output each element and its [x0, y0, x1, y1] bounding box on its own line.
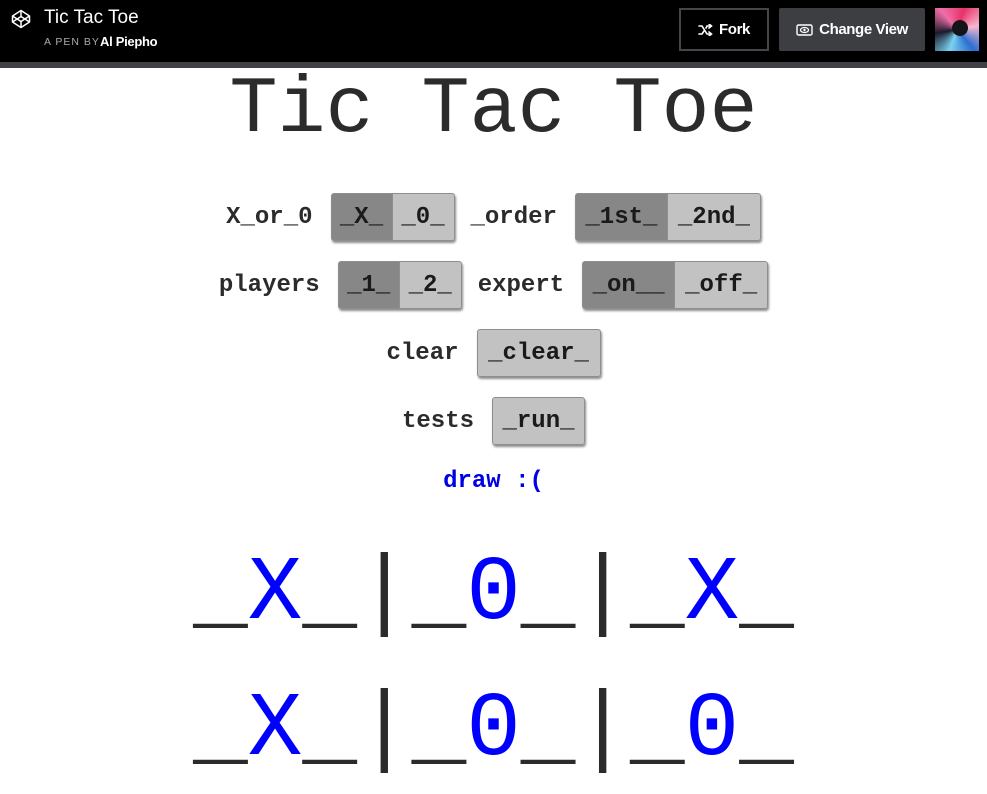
- board-cell-1-2[interactable]: _0_: [412, 540, 576, 650]
- board-cell-2-3[interactable]: _0_: [630, 676, 794, 786]
- clear-button[interactable]: _clear_: [476, 329, 601, 377]
- controls-row-tests: tests _run_: [0, 397, 987, 445]
- change-view-label: Change View: [819, 21, 908, 38]
- board-separator: |: [575, 679, 631, 782]
- avatar-center: [952, 20, 968, 36]
- board-cell-2-1[interactable]: _X_: [193, 676, 357, 786]
- cell-mark: 0: [466, 679, 521, 782]
- clear-button-group: _clear_: [476, 329, 601, 377]
- fork-icon: [698, 23, 713, 36]
- tests-label: tests: [401, 407, 474, 435]
- order-label: _order: [470, 203, 557, 231]
- expert-toggle-group: _on__ _off_: [582, 261, 769, 309]
- board-cell-1-1[interactable]: _X_: [193, 540, 357, 650]
- run-tests-button[interactable]: _run_: [492, 397, 585, 445]
- board-cell-2-2[interactable]: _0_: [412, 676, 576, 786]
- codepen-logo-icon[interactable]: [11, 9, 31, 29]
- game-status: draw :(: [443, 468, 544, 495]
- cell-mark: X: [684, 543, 740, 646]
- pen-by-label: A PEN BY: [44, 36, 100, 48]
- controls-row-players-expert: players _1_ _2_ expert _on__ _off_: [0, 261, 987, 309]
- codepen-header: Tic Tac Toe A PEN BY Al Piepho Fork Chan…: [0, 0, 987, 62]
- controls-row-symbol-order: X_or_0 _X_ _0_ _order _1st_ _2nd_: [0, 193, 987, 241]
- eye-icon: [796, 23, 813, 36]
- symbol-toggle-group: _X_ _0_: [330, 193, 455, 241]
- fork-button-label: Fork: [719, 21, 750, 38]
- board-cell-1-3[interactable]: _X_: [630, 540, 794, 650]
- board-separator: |: [356, 543, 412, 646]
- cell-mark: X: [247, 679, 303, 782]
- cell-mark: 0: [466, 543, 521, 646]
- board-row-1: _X_ | _0_ | _X_: [0, 540, 987, 650]
- controls-row-clear: clear _clear_: [0, 329, 987, 377]
- fork-button[interactable]: Fork: [679, 8, 769, 51]
- order-toggle-group: _1st_ _2nd_: [574, 193, 761, 241]
- tests-button-group: _run_: [492, 397, 585, 445]
- players-2-button[interactable]: _2_: [399, 261, 462, 309]
- cell-mark: 0: [684, 679, 740, 782]
- page-title: Tic Tac Toe: [229, 65, 758, 156]
- pen-title[interactable]: Tic Tac Toe: [44, 7, 139, 29]
- cell-mark: X: [247, 543, 303, 646]
- board-row-2: _X_ | _0_ | _0_: [0, 676, 987, 786]
- order-2nd-button[interactable]: _2nd_: [667, 193, 761, 241]
- players-toggle-group: _1_ _2_: [337, 261, 462, 309]
- change-view-button[interactable]: Change View: [779, 8, 925, 51]
- symbol-x-button[interactable]: _X_: [330, 193, 393, 241]
- players-1-button[interactable]: _1_: [337, 261, 400, 309]
- board-separator: |: [575, 543, 631, 646]
- expert-off-button[interactable]: _off_: [675, 261, 769, 309]
- pen-author-link[interactable]: Al Piepho: [100, 34, 158, 49]
- order-1st-button[interactable]: _1st_: [574, 193, 668, 241]
- symbol-label: X_or_0: [226, 203, 313, 231]
- expert-label: expert: [477, 271, 565, 299]
- players-label: players: [218, 271, 320, 299]
- expert-on-button[interactable]: _on__: [582, 261, 676, 309]
- user-avatar[interactable]: [935, 8, 979, 51]
- symbol-0-button[interactable]: _0_: [392, 193, 455, 241]
- clear-label: clear: [386, 339, 459, 367]
- board-separator: |: [356, 679, 412, 782]
